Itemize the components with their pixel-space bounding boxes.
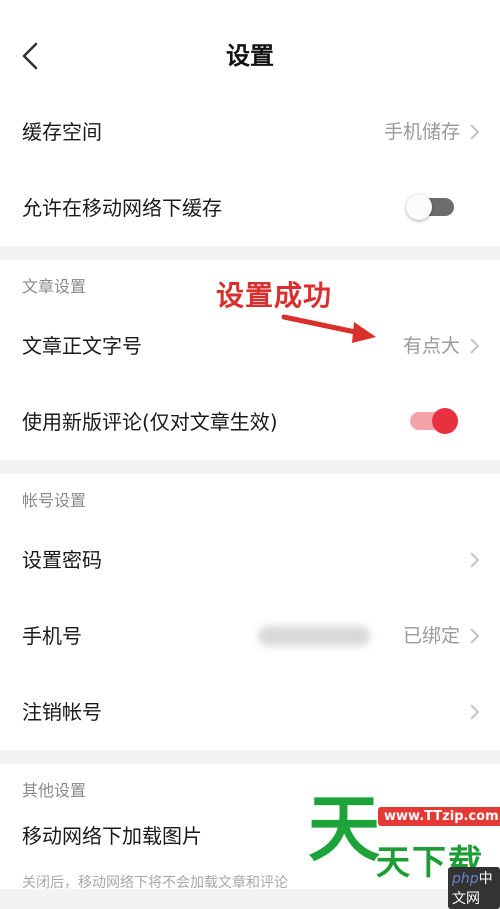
general-section: 缓存空间 手机储存 允许在移动网络下缓存 [0,94,500,246]
chevron-right-icon [470,552,480,568]
font-size-label: 文章正文字号 [22,334,142,358]
phone-status: 已绑定 [402,625,460,647]
chevron-right-icon [470,338,480,354]
set-password-row[interactable]: 设置密码 [0,522,500,598]
top-bar: 设置 [0,0,500,100]
chevron-right-icon [470,124,480,140]
php-badge-php: php [452,871,479,887]
toggle-knob [406,194,432,220]
phone-row[interactable]: 手机号 已绑定 [0,598,500,674]
chevron-right-icon [470,704,480,720]
page-title: 设置 [226,42,274,70]
font-size-value: 有点大 [402,335,460,357]
blurred-phone-number [258,626,370,646]
cache-space-value: 手机储存 [383,121,460,143]
new-comments-label: 使用新版评论(仅对文章生效) [22,410,278,434]
mobile-cache-label: 允许在移动网络下缓存 [22,196,222,220]
cache-space-row[interactable]: 缓存空间 手机储存 [0,94,500,170]
deregister-row[interactable]: 注销帐号 [0,674,500,750]
mobile-images-label: 移动网络下加载图片 [22,824,202,848]
mobile-cache-toggle[interactable] [406,194,454,220]
deregister-label: 注销帐号 [22,700,102,724]
cache-space-label: 缓存空间 [22,120,102,144]
set-password-label: 设置密码 [22,548,102,572]
annotation-arrow-icon [281,314,376,343]
toggle-knob [432,408,458,434]
mobile-cache-row: 允许在移动网络下缓存 [0,170,500,246]
chevron-right-icon [470,628,480,644]
account-section-heading: 帐号设置 [22,491,87,510]
watermark-url: www.TTzip.com [378,807,500,826]
new-comments-toggle[interactable] [410,408,458,434]
article-section-heading: 文章设置 [22,277,87,296]
mobile-images-footnote: 关闭后，移动网络下将不会加载文章和评论 [22,875,288,891]
new-comments-row: 使用新版评论(仅对文章生效) [0,384,500,460]
watermark-big-char: 天 [308,787,381,871]
font-size-row[interactable]: 文章正文字号 有点大 [0,308,500,384]
phone-label: 手机号 [22,624,82,648]
php-badge: php中文网 [448,867,500,909]
account-section: 帐号设置 设置密码 手机号 已绑定 注销帐号 [0,474,500,750]
